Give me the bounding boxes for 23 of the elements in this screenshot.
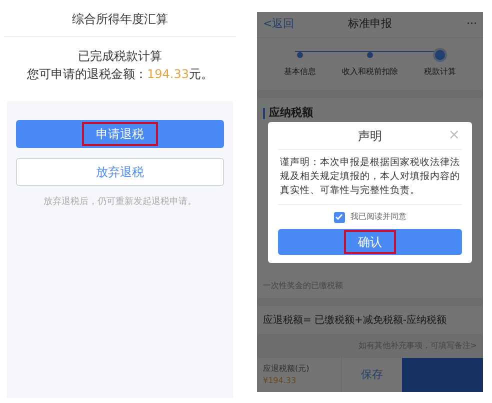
- screen-title: 标准申报: [347, 16, 393, 32]
- page-title: 综合所得年度汇算: [4, 10, 236, 37]
- close-button[interactable]: ×: [448, 128, 460, 142]
- status-text: 已完成税款计算: [78, 48, 162, 65]
- agree-checkbox[interactable]: [334, 212, 344, 222]
- decline-refund-button[interactable]: 放弃退税: [16, 158, 224, 186]
- declaration-text: 谨声明：本次申报是根据国家税收法律法规及相关规定填报的，本人对填报内容的真实性、可靠性与完整性负责。: [278, 150, 462, 205]
- save-button[interactable]: 保存: [342, 358, 402, 392]
- step-label: 收入和税前扣除: [342, 66, 398, 78]
- agree-label: 我已阅读并同意: [350, 211, 406, 223]
- formula-text: 应退税额= 已缴税额+减免税额-应纳税额: [263, 314, 447, 328]
- dialog-title: 声明: [358, 128, 382, 144]
- refund-text: 您可申请的退税金额：194.33元。: [27, 66, 213, 83]
- section-title: 应纳税额: [269, 104, 313, 121]
- more-icon[interactable]: ···: [427, 16, 477, 33]
- confirm-button[interactable]: 确认: [278, 229, 462, 255]
- step-label: 基本信息: [284, 66, 316, 78]
- back-link[interactable]: <返回: [263, 16, 313, 33]
- footer-amount: ¥194.33: [263, 375, 298, 387]
- apply-refund-button[interactable]: 申请退税: [16, 120, 224, 148]
- note-text: 放弃退税后，仍可重新发起退税申请。: [42, 196, 198, 209]
- step-label: 税款计算: [424, 66, 456, 78]
- footer-label: 应退税额(元): [263, 363, 310, 375]
